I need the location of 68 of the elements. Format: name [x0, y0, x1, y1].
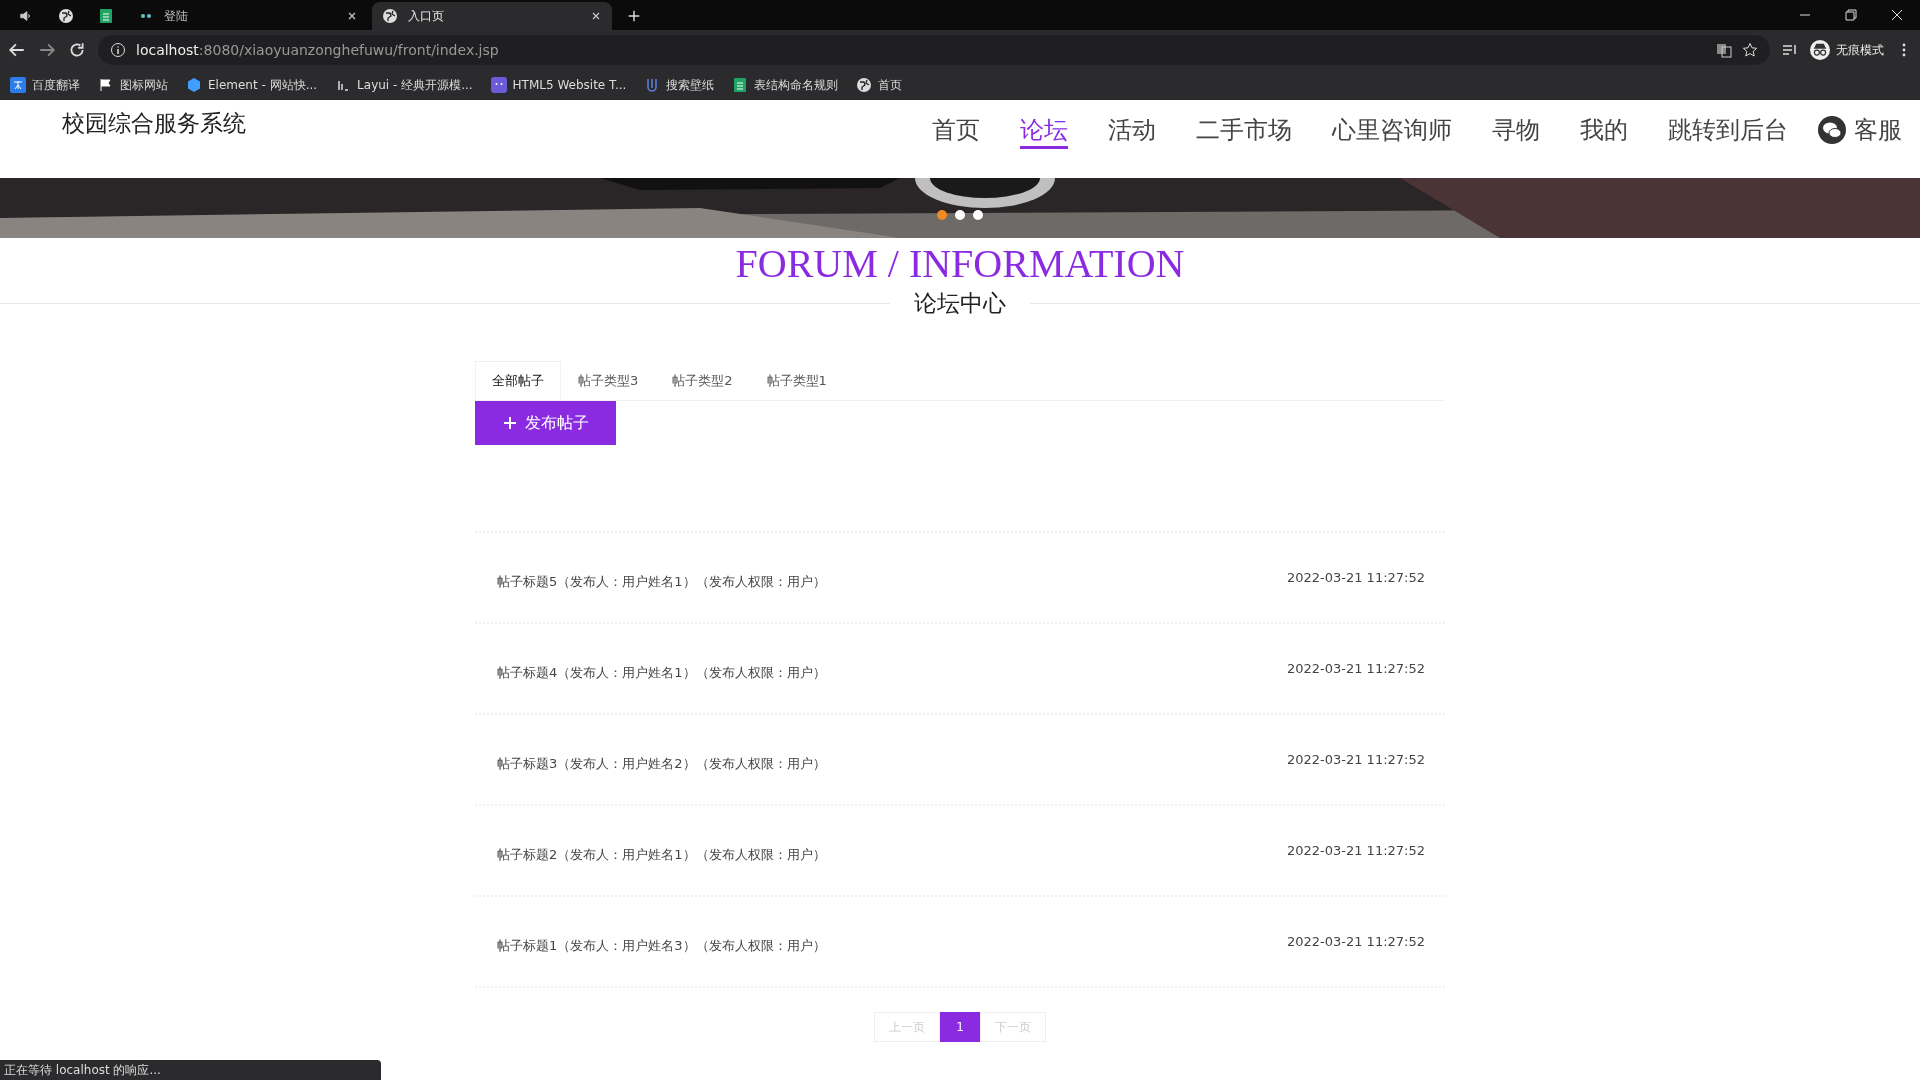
- nav-link[interactable]: 寻物: [1482, 114, 1550, 146]
- bookmark[interactable]: 百度翻译: [10, 76, 80, 94]
- post-title[interactable]: 帖子标题3（发布人：用户姓名2）（发布人权限：用户）: [497, 746, 826, 773]
- smiley-icon: [490, 77, 507, 93]
- plus-icon[interactable]: [627, 9, 641, 23]
- status-bar: 正在等待 localhost 的响应...: [0, 1060, 381, 1080]
- bookmark[interactable]: 表结构命名规则: [732, 76, 839, 94]
- nav-link[interactable]: 二手市场: [1186, 114, 1302, 146]
- url-text: localhost:8080/xiaoyuanzonghefuwu/front/index.jsp: [136, 42, 499, 58]
- hexagon-icon: [186, 77, 202, 93]
- bookmark[interactable]: 图标网站: [98, 76, 168, 94]
- translate-icon: [10, 77, 26, 93]
- bookmark[interactable]: HTML5 Website T...: [490, 77, 627, 93]
- flag-icon: [98, 77, 114, 93]
- nav-link[interactable]: 我的: [1570, 114, 1638, 146]
- nav-link[interactable]: 心里咨询师: [1322, 114, 1462, 146]
- post-title[interactable]: 帖子标题5（发布人：用户姓名1）（发布人权限：用户）: [497, 564, 826, 591]
- section-title: FORUM / INFORMATION: [734, 242, 1186, 286]
- tab-title: 入口页: [408, 7, 445, 25]
- star-icon: [1742, 42, 1758, 58]
- site-title: 校园综合服务系统: [62, 109, 246, 138]
- post-time: 2022-03-21 11:27:52: [1286, 570, 1425, 585]
- post-title[interactable]: 帖子标题2（发布人：用户姓名1）（发布人权限：用户）: [497, 837, 826, 864]
- bookmark[interactable]: 搜索壁纸: [644, 76, 715, 94]
- post-time: 2022-03-21 11:27:52: [1286, 934, 1425, 949]
- translate-icon: [1716, 42, 1732, 58]
- nav-link[interactable]: 活动: [1098, 114, 1166, 146]
- nav-link[interactable]: 跳转到后台: [1658, 114, 1798, 146]
- incognito-profile[interactable]: 无痕模式: [1810, 40, 1884, 60]
- back-icon: [8, 41, 26, 59]
- section-subtitle: 论坛中心: [914, 289, 1006, 318]
- restore-icon[interactable]: [1845, 9, 1857, 21]
- post-title[interactable]: 帖子标题1（发布人：用户姓名3）（发布人权限：用户）: [497, 928, 826, 955]
- globe-icon: [382, 8, 398, 24]
- plus-icon: [502, 416, 517, 430]
- bookmark[interactable]: 首页: [856, 76, 903, 94]
- address-bar[interactable]: localhost:8080/xiaoyuanzonghefuwu/front/index.jsp: [98, 35, 1770, 65]
- close-icon[interactable]: [1891, 9, 1903, 21]
- info-icon: [110, 42, 126, 58]
- browser-tab[interactable]: 登陆: [128, 2, 368, 30]
- post-button[interactable]: 发布帖子: [475, 401, 616, 445]
- page-button[interactable]: 1: [940, 1012, 980, 1042]
- browser-tab[interactable]: 入口页: [372, 2, 612, 30]
- carousel-dot[interactable]: [955, 210, 965, 220]
- forward-icon: [38, 41, 56, 59]
- reload-icon: [68, 41, 86, 59]
- post-title[interactable]: 帖子标题4（发布人：用户姓名1）（发布人权限：用户）: [497, 655, 826, 682]
- post-time: 2022-03-21 11:27:52: [1286, 661, 1425, 676]
- tab-title: 登陆: [164, 7, 189, 25]
- playlist-icon: [1782, 42, 1798, 58]
- filter-tab[interactable]: 全部帖子: [475, 361, 561, 400]
- post-time: 2022-03-21 11:27:52: [1286, 752, 1425, 767]
- chat-icon: [1818, 116, 1846, 144]
- spreadsheet-icon: [732, 77, 749, 93]
- carousel-dot[interactable]: [973, 210, 983, 220]
- bookmark[interactable]: Layui - 经典开源模...: [335, 76, 473, 94]
- globe-icon: [856, 77, 873, 93]
- close-icon: [590, 10, 602, 22]
- post-time: 2022-03-21 11:27:52: [1286, 843, 1425, 858]
- carousel-dot[interactable]: [937, 210, 947, 220]
- spreadsheet-icon: [98, 8, 114, 24]
- service-link[interactable]: 客服: [1818, 114, 1902, 146]
- incognito-icon: [1810, 40, 1830, 60]
- nav-link[interactable]: 论坛: [1010, 114, 1078, 146]
- globe-icon: [58, 8, 74, 24]
- bookmark[interactable]: Element - 网站快...: [186, 76, 318, 94]
- close-icon: [346, 10, 358, 22]
- nav-link[interactable]: 首页: [922, 114, 990, 146]
